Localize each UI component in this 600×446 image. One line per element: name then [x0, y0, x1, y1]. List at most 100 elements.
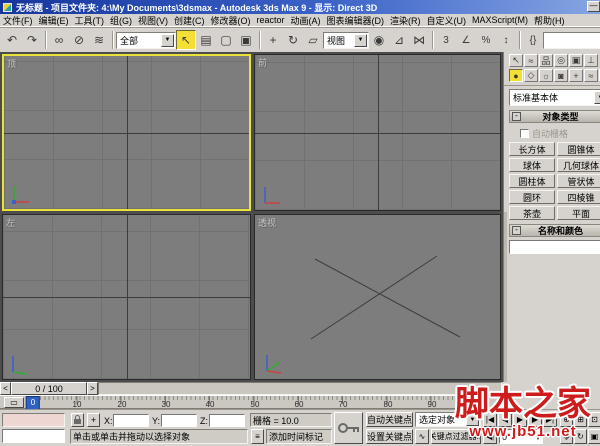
- viewport-left-label[interactable]: 左: [6, 216, 15, 229]
- autogrid-checkbox[interactable]: [520, 129, 529, 138]
- frame-spinner[interactable]: ▲ ▼: [536, 432, 540, 441]
- viewport-front[interactable]: 前: [254, 54, 501, 211]
- tube-button[interactable]: 管状体: [557, 174, 600, 188]
- primitive-category-dropdown[interactable]: 标准基本体 ▼: [509, 89, 600, 106]
- category-lights-icon[interactable]: ☼: [539, 69, 553, 82]
- menu-views[interactable]: 视图(V): [135, 14, 171, 26]
- selection-lock-toggle[interactable]: [71, 413, 84, 427]
- cone-button[interactable]: 圆锥体: [557, 142, 600, 156]
- torus-button[interactable]: 圆环: [509, 190, 555, 204]
- plane-button[interactable]: 平面: [557, 206, 600, 220]
- key-step-button[interactable]: ◀|: [483, 429, 497, 444]
- spinner-snap-button[interactable]: ↕: [496, 30, 516, 50]
- menu-tools[interactable]: 工具(T): [72, 14, 108, 26]
- viewport-top[interactable]: 顶: [2, 54, 251, 211]
- pivot-center-button[interactable]: ◉: [369, 30, 389, 50]
- rotate-button[interactable]: ↻: [283, 30, 303, 50]
- menu-help[interactable]: 帮助(H): [531, 14, 568, 26]
- previous-frame-arrow[interactable]: <: [0, 382, 11, 395]
- rollout-name-color[interactable]: - 名称和颜色: [509, 224, 600, 237]
- category-spacewarps-icon[interactable]: ≈: [584, 69, 598, 82]
- menu-modifiers[interactable]: 修改器(O): [208, 14, 254, 26]
- key-filter-curve-icon[interactable]: ∿: [415, 429, 429, 444]
- tab-motion[interactable]: ◎: [554, 54, 568, 67]
- selection-filter-dropdown[interactable]: 全部 ▼: [116, 31, 176, 49]
- viewport-front-label[interactable]: 前: [258, 56, 267, 69]
- zoom-button[interactable]: ⊕: [560, 412, 573, 427]
- category-shapes-icon[interactable]: ◇: [524, 69, 538, 82]
- named-selection-input[interactable]: [543, 31, 600, 49]
- select-by-name-button[interactable]: ▤: [196, 30, 216, 50]
- time-slider-button[interactable]: 0 / 100: [11, 382, 87, 395]
- zoom-all-button[interactable]: ⊞: [574, 412, 587, 427]
- manipulate-button[interactable]: ⊿: [389, 30, 409, 50]
- select-link-icon[interactable]: ∞: [49, 30, 69, 50]
- category-geometry-icon[interactable]: ●: [509, 69, 523, 82]
- next-frame-arrow[interactable]: >: [87, 382, 98, 395]
- scale-button[interactable]: ▱: [303, 30, 323, 50]
- current-frame-marker[interactable]: 0: [25, 396, 41, 410]
- goto-start-button[interactable]: |◀: [483, 412, 497, 427]
- maximize-viewport-button[interactable]: ▣: [588, 429, 600, 444]
- chevron-down-icon[interactable]: ▼: [466, 413, 479, 426]
- pan-button[interactable]: ◈: [560, 429, 573, 444]
- set-key-mode-button[interactable]: [334, 412, 363, 444]
- menu-animation[interactable]: 动画(A): [288, 14, 324, 26]
- spinner-down-icon[interactable]: ▼: [536, 436, 540, 441]
- teapot-button[interactable]: 茶壶: [509, 206, 555, 220]
- track-bar[interactable]: ▭ 0 10 20 30 40 50 60 70 80 90 100: [0, 395, 503, 410]
- menu-file[interactable]: 文件(F): [0, 14, 36, 26]
- menu-reactor[interactable]: reactor: [254, 15, 288, 25]
- collapse-icon[interactable]: -: [512, 112, 521, 121]
- undo-icon[interactable]: ↶: [2, 30, 22, 50]
- menu-edit[interactable]: 编辑(E): [36, 14, 72, 26]
- auto-key-button[interactable]: 自动关键点: [366, 412, 413, 427]
- absolute-offset-toggle[interactable]: +: [87, 413, 100, 427]
- select-object-button[interactable]: ↖: [176, 30, 196, 50]
- region-select-button[interactable]: ▢: [216, 30, 236, 50]
- command-panel-scrollbar[interactable]: [504, 212, 507, 382]
- cylinder-button[interactable]: 圆柱体: [509, 174, 555, 188]
- mini-curve-editor-button[interactable]: ▭: [4, 397, 24, 408]
- tab-utilities[interactable]: ⊥: [584, 54, 598, 67]
- unlink-icon[interactable]: ⊘: [69, 30, 89, 50]
- tab-create[interactable]: ↖: [509, 54, 523, 67]
- collapse-icon[interactable]: -: [512, 226, 521, 235]
- zoom-extents-button[interactable]: ⊡: [588, 412, 600, 427]
- titlebar[interactable]: 无标题 - 项目文件夹: 4:\My Documents\3dsmax - Au…: [0, 0, 600, 14]
- mirror-button[interactable]: ⋈: [409, 30, 429, 50]
- viewport-left[interactable]: 左: [2, 214, 251, 380]
- maxscript-listener-pink[interactable]: [2, 413, 65, 427]
- rollout-object-type[interactable]: - 对象类型: [509, 110, 600, 123]
- viewport-perspective[interactable]: 透视: [254, 214, 501, 380]
- menu-maxscript[interactable]: MAXScript(M): [469, 15, 531, 25]
- percent-snap-button[interactable]: %: [476, 30, 496, 50]
- chevron-down-icon[interactable]: ▼: [161, 33, 174, 47]
- tab-hierarchy[interactable]: 品: [539, 54, 553, 67]
- time-slider-track[interactable]: [98, 382, 502, 395]
- bind-spacewarp-icon[interactable]: ≋: [89, 30, 109, 50]
- minimize-button[interactable]: —: [587, 1, 600, 12]
- menu-create[interactable]: 创建(C): [171, 14, 208, 26]
- menu-group[interactable]: 组(G): [107, 14, 135, 26]
- y-coordinate-field[interactable]: [161, 414, 197, 427]
- current-frame-field[interactable]: 0 ▲ ▼: [499, 429, 543, 444]
- snap-toggle-button[interactable]: 3: [436, 30, 456, 50]
- sphere-button[interactable]: 球体: [509, 158, 555, 172]
- z-coordinate-field[interactable]: [209, 414, 245, 427]
- category-cameras-icon[interactable]: ◙: [554, 69, 568, 82]
- add-time-tag[interactable]: 添加时间标记: [266, 429, 332, 444]
- menu-customize[interactable]: 自定义(U): [424, 14, 470, 26]
- object-name-input[interactable]: [509, 240, 600, 254]
- maxscript-listener-white[interactable]: [2, 429, 65, 443]
- window-crossing-button[interactable]: ▣: [236, 30, 256, 50]
- previous-frame-button[interactable]: ◀: [498, 412, 512, 427]
- chevron-down-icon[interactable]: ▼: [594, 91, 600, 104]
- orbit-button[interactable]: ↻: [574, 429, 587, 444]
- key-filters-button[interactable]: 关键点过滤器...: [431, 429, 481, 444]
- goto-end-button[interactable]: ▶|: [543, 412, 557, 427]
- move-button[interactable]: +: [263, 30, 283, 50]
- named-selection-sets-icon[interactable]: {}: [523, 30, 543, 50]
- time-tag-icon[interactable]: ≡: [251, 429, 264, 444]
- redo-icon[interactable]: ↷: [22, 30, 42, 50]
